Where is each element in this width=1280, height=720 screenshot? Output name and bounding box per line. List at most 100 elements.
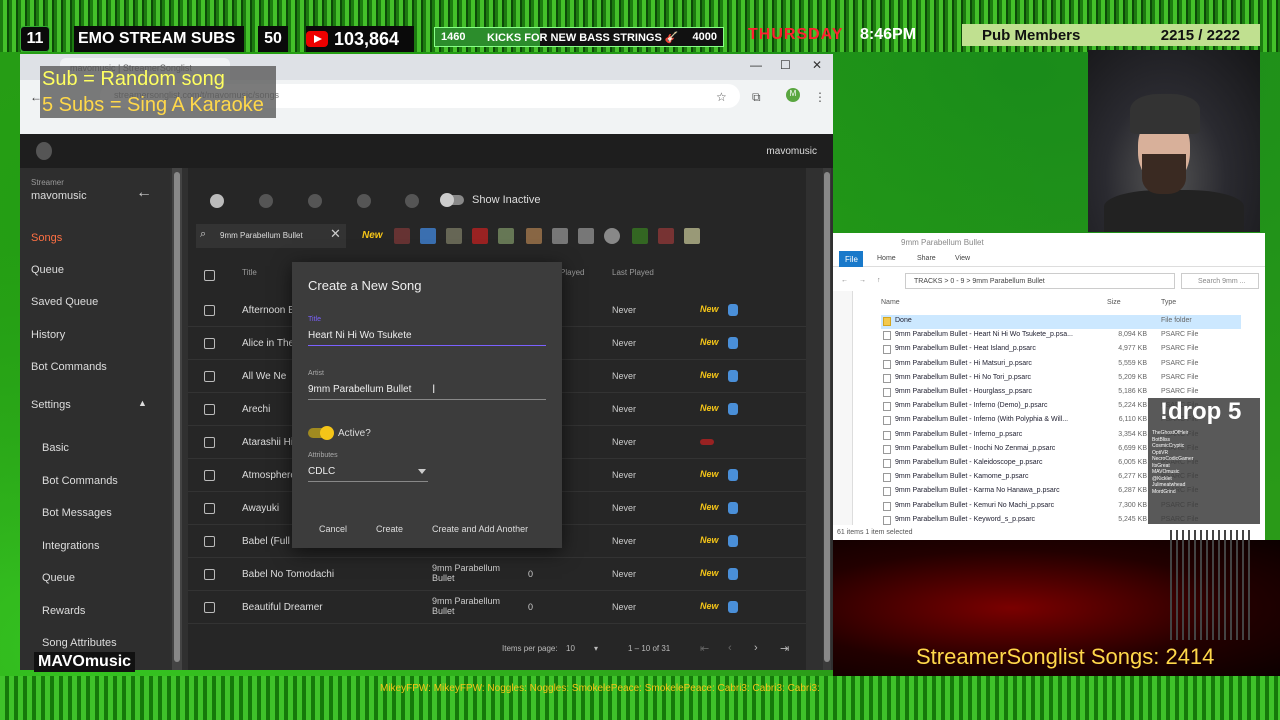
explorer-tab-home[interactable]: Home <box>877 255 896 262</box>
column-played[interactable]: Played <box>560 268 584 277</box>
create-song-dialog: Create a New Song Title Heart Ni Hi Wo T… <box>292 262 562 548</box>
sidebar-item-settings[interactable]: Settings <box>31 399 71 411</box>
sidebar-item-queue[interactable]: Queue <box>31 264 64 276</box>
row-checkbox[interactable] <box>204 503 215 514</box>
attribute-filter-icon[interactable] <box>498 228 514 244</box>
up-icon[interactable]: ↑ <box>877 277 881 284</box>
explorer-search[interactable]: Search 9mm ... <box>1181 273 1259 289</box>
row-checkbox[interactable] <box>204 602 215 613</box>
collapse-arrow-icon[interactable]: ← <box>136 184 152 202</box>
sidebar-sub-rewards[interactable]: Rewards <box>42 605 85 617</box>
explorer-col-type[interactable]: Type <box>1161 299 1176 306</box>
artist-field[interactable]: 9mm Parabellum Bullet <box>308 380 546 400</box>
attribute-filter-icon[interactable] <box>658 228 674 244</box>
attribute-filter-icon[interactable] <box>604 228 620 244</box>
row-checkbox[interactable] <box>204 404 215 415</box>
explorer-tab-share[interactable]: Share <box>917 255 936 262</box>
explorer-address-bar[interactable]: TRACKS > 0 - 9 > 9mm Parabellum Bullet <box>905 273 1175 289</box>
next-page-icon[interactable]: › <box>754 642 758 654</box>
forward-icon[interactable]: → <box>859 277 866 284</box>
column-title[interactable]: Title <box>242 268 257 277</box>
maximize-icon[interactable]: ☐ <box>780 58 791 72</box>
info-icon[interactable] <box>357 194 371 208</box>
file-row[interactable]: 9mm Parabellum Bullet - Hi Matsuri_p.psa… <box>881 358 1241 372</box>
clear-search-icon[interactable]: ✕ <box>330 226 341 242</box>
folder-row[interactable]: Done File folder <box>881 315 1241 329</box>
sidebar-sub-bot-commands[interactable]: Bot Commands <box>42 475 118 487</box>
delete-icon[interactable] <box>308 194 322 208</box>
sidebar-scrollbar[interactable] <box>172 168 182 670</box>
profile-avatar[interactable]: M <box>786 88 800 102</box>
table-row[interactable]: Beautiful Dreamer 9mm Parabellum Bullet 0 N… <box>188 591 806 624</box>
row-checkbox[interactable] <box>204 338 215 349</box>
minimize-icon[interactable]: — <box>750 58 762 72</box>
sidebar-item-bot-commands[interactable]: Bot Commands <box>31 361 107 373</box>
create-button[interactable]: Create <box>376 524 403 534</box>
attribute-filter-icon[interactable] <box>472 228 488 244</box>
sidebar-sub-integrations[interactable]: Integrations <box>42 540 99 552</box>
add-song-icon[interactable] <box>210 194 224 208</box>
extensions-icon[interactable]: ⧉ <box>752 90 761 105</box>
row-checkbox[interactable] <box>204 536 215 547</box>
last-page-icon[interactable]: ⇥ <box>780 642 789 655</box>
file-icon <box>883 459 891 468</box>
chat-ticker: MikeyFPW: MikeyFPW: Noggles: Noggles: Sm… <box>380 683 820 694</box>
show-inactive-toggle[interactable] <box>440 193 464 207</box>
page-scrollbar[interactable] <box>823 168 831 670</box>
file-row[interactable]: 9mm Parabellum Bullet - Heat Island_p.ps… <box>881 343 1241 357</box>
sidebar-item-history[interactable]: History <box>31 329 65 341</box>
header-username[interactable]: mavomusic <box>766 146 817 157</box>
attribute-filter-icon[interactable] <box>446 228 462 244</box>
first-page-icon[interactable]: ⇤ <box>700 642 709 655</box>
row-checkbox[interactable] <box>204 569 215 580</box>
attribute-filter-icon[interactable] <box>684 228 700 244</box>
sidebar-sub-basic[interactable]: Basic <box>42 442 69 454</box>
items-per-page-select[interactable]: 10 <box>566 644 575 653</box>
sidebar-item-songs[interactable]: Songs <box>31 232 62 244</box>
attribute-filter-icon[interactable] <box>394 228 410 244</box>
row-checkbox[interactable] <box>204 305 215 316</box>
column-last-played[interactable]: Last Played <box>612 268 654 277</box>
file-row[interactable]: 9mm Parabellum Bullet - Hi No Tori_p.psa… <box>881 372 1241 386</box>
attribute-filter-icon[interactable] <box>552 228 568 244</box>
menu-icon[interactable]: ⋮ <box>814 90 826 104</box>
star-icon[interactable]: ☆ <box>716 90 727 104</box>
sidebar-sub-queue[interactable]: Queue <box>42 572 75 584</box>
playlist-add-icon[interactable] <box>405 194 419 208</box>
row-checkbox[interactable] <box>204 437 215 448</box>
attribute-filter-icon[interactable] <box>578 228 594 244</box>
row-checkbox[interactable] <box>204 371 215 382</box>
table-row[interactable]: Babel No Tomodachi 9mm Parabellum Bullet 0… <box>188 558 806 591</box>
row-checkbox[interactable] <box>204 470 215 481</box>
prev-page-icon[interactable]: ‹ <box>728 642 732 654</box>
chevron-up-icon[interactable]: ▲ <box>138 398 147 408</box>
attribute-filter-icon[interactable] <box>632 228 648 244</box>
search-input[interactable]: 9mm Parabellum Bullet <box>196 224 346 248</box>
back-icon[interactable]: ← <box>841 277 848 284</box>
edit-icon[interactable] <box>259 194 273 208</box>
sidebar-sub-song-attributes[interactable]: Song Attributes <box>42 637 117 649</box>
attribute-filter-icon[interactable] <box>526 228 542 244</box>
close-icon[interactable]: ✕ <box>812 58 822 72</box>
attribute-filter-new[interactable]: New <box>362 230 383 241</box>
dropdown-icon[interactable]: ▾ <box>594 644 598 653</box>
create-and-add-another-button[interactable]: Create and Add Another <box>432 524 528 534</box>
song-title: Babel No Tomodachi <box>242 569 335 580</box>
file-row[interactable]: 9mm Parabellum Bullet - Heart Ni Hi Wo T… <box>881 329 1241 343</box>
title-field[interactable]: Heart Ni Hi Wo Tsukete <box>308 326 546 346</box>
song-last-played: Never <box>612 536 637 546</box>
explorer-col-name[interactable]: Name <box>881 299 900 306</box>
attributes-select[interactable]: CDLC <box>308 462 428 482</box>
page-scrollbar-thumb[interactable] <box>824 172 830 662</box>
sidebar-sub-bot-messages[interactable]: Bot Messages <box>42 507 112 519</box>
active-toggle[interactable] <box>308 426 334 440</box>
select-all-checkbox[interactable] <box>204 270 215 281</box>
app-logo-icon[interactable] <box>36 142 52 160</box>
explorer-col-size[interactable]: Size <box>1107 299 1121 306</box>
explorer-tab-view[interactable]: View <box>955 255 970 262</box>
explorer-tab-file[interactable]: File <box>839 251 863 267</box>
attribute-filter-icon[interactable] <box>420 228 436 244</box>
scrollbar-thumb[interactable] <box>174 172 180 662</box>
cancel-button[interactable]: Cancel <box>319 524 347 534</box>
sidebar-item-saved-queue[interactable]: Saved Queue <box>31 296 98 308</box>
